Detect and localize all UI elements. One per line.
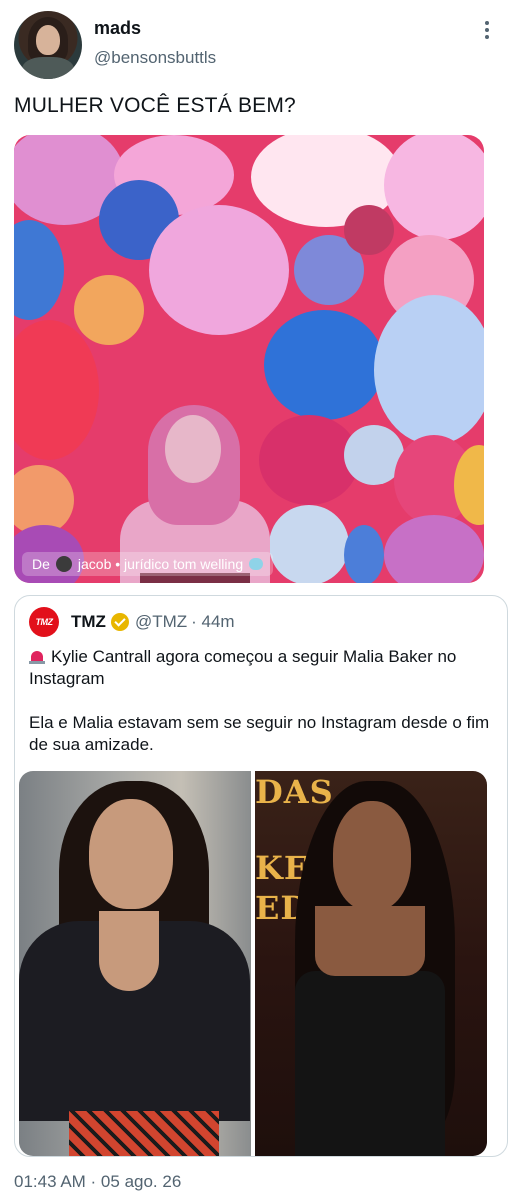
quoted-author-handle[interactable]: @TMZ (135, 612, 187, 632)
author-avatar[interactable] (14, 11, 82, 79)
quoted-tweet-header: TMZ TMZ @TMZ · 44m (29, 607, 235, 637)
attribution-prefix: De (32, 556, 50, 572)
photo-right[interactable]: DAS KE ED (255, 771, 487, 1156)
attribution-source: jacob • jurídico tom welling (77, 556, 244, 572)
poster-text-1: DAS (255, 773, 334, 811)
author-name[interactable]: mads (94, 18, 141, 39)
avatar-face (36, 25, 60, 55)
media-attribution[interactable]: De jacob • jurídico tom welling (22, 552, 274, 576)
attribution-avatar (55, 556, 72, 572)
quoted-time: · 44m (191, 612, 235, 631)
quoted-tweet[interactable]: TMZ TMZ @TMZ · 44m Kylie Cantrall agora … (14, 595, 508, 1157)
photo-left[interactable] (19, 771, 251, 1156)
quoted-line-1: Kylie Cantrall agora começou a seguir Ma… (29, 647, 457, 688)
tweet-timestamp[interactable]: 01:43 AM · 05 ago. 26 (14, 1172, 181, 1192)
brain-icon (249, 558, 264, 570)
more-options-icon[interactable] (484, 21, 490, 41)
siren-icon (29, 648, 45, 664)
tweet-header: mads @bensonsbuttls (14, 11, 498, 81)
author-handle[interactable]: @bensonsbuttls (94, 48, 216, 68)
tweet-media[interactable]: De jacob • jurídico tom welling (14, 135, 484, 583)
avatar-body (22, 57, 74, 79)
quoted-tweet-text: Kylie Cantrall agora começou a seguir Ma… (29, 646, 499, 778)
quoted-media: DAS KE ED (19, 771, 487, 1156)
quoted-line-2: Ela e Malia estavam sem se seguir no Ins… (29, 713, 490, 754)
tweet-text: MULHER VOCÊ ESTÁ BEM? (14, 94, 296, 117)
tmz-avatar[interactable]: TMZ (29, 607, 59, 637)
verified-badge-icon (110, 613, 129, 631)
quoted-author-name[interactable]: TMZ (71, 612, 106, 632)
